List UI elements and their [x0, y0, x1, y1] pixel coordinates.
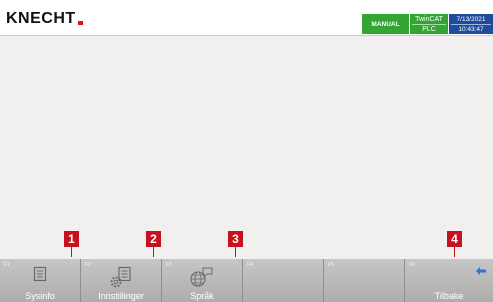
fkey-number: F2 — [85, 262, 91, 268]
callout-2-line — [153, 247, 154, 257]
callout-2: 2 — [146, 231, 161, 247]
fkey-number: F5 — [328, 262, 334, 268]
fkey-number: F1 — [4, 262, 10, 268]
f4-button[interactable]: F4 — [243, 259, 324, 302]
f3-language-button[interactable]: F3 Språk — [162, 259, 243, 302]
callout-4: 4 — [447, 231, 462, 247]
language-globe-icon — [189, 266, 215, 293]
callout-3: 3 — [228, 231, 243, 247]
twincat-label: TwinCAT — [415, 15, 443, 23]
callout-1-line — [71, 247, 72, 257]
knecht-logo: KNECHT — [6, 10, 83, 28]
fkey-number: F4 — [247, 262, 253, 268]
fkey-label: Tilbake — [434, 291, 464, 301]
f6-back-button[interactable]: F6 Tilbake — [405, 259, 493, 302]
plc-label: PLC — [422, 25, 436, 33]
f1-sysinfo-button[interactable]: F1 Sysinfo — [0, 259, 81, 302]
callout-4-line — [454, 247, 455, 257]
callout-1: 1 — [64, 231, 79, 247]
fkey-number: F3 — [166, 262, 172, 268]
fkey-number: F6 — [409, 262, 415, 268]
mode-indicator: MANUAL — [362, 14, 409, 34]
back-arrow-icon — [475, 263, 487, 281]
header-bar: KNECHT MANUAL TwinCAT PLC 7/13/2021 10:4… — [0, 0, 493, 36]
date-text: 7/13/2021 — [456, 15, 486, 23]
logo-text: KNECHT — [6, 10, 76, 27]
datetime-display: 7/13/2021 10:43:47 — [449, 14, 493, 34]
callout-3-line — [235, 247, 236, 257]
twincat-status: TwinCAT PLC — [410, 14, 448, 34]
time-text: 10:43:47 — [458, 25, 484, 33]
f5-button[interactable]: F5 — [324, 259, 405, 302]
main-content-area — [0, 36, 493, 259]
fkey-label: Sysinfo — [25, 291, 55, 301]
logo-dot — [77, 21, 83, 25]
fkey-label: Innstillinger — [98, 291, 144, 301]
document-list-icon — [33, 266, 47, 287]
function-key-bar: F1 Sysinfo F2 Innstillinger F3 Språk F4 … — [0, 259, 493, 302]
fkey-label: Språk — [190, 291, 214, 301]
f2-settings-button[interactable]: F2 Innstillinger — [81, 259, 162, 302]
